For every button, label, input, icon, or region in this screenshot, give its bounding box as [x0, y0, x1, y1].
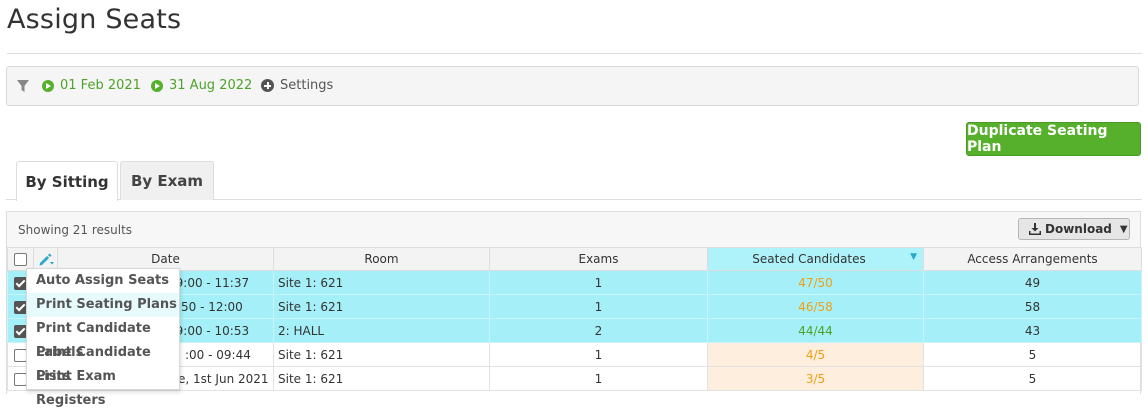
tab-by-exam[interactable]: By Exam	[120, 161, 214, 200]
title-divider	[7, 53, 1142, 54]
column-exams[interactable]: Exams	[489, 247, 708, 271]
row-access: 5	[923, 342, 1142, 367]
row-room: Site 1: 621	[273, 366, 490, 391]
menu-item-print-candidate-labels[interactable]: Print Candidate Labels	[27, 317, 179, 360]
row-room: Site 1: 621	[273, 270, 490, 295]
row-exams: 2	[489, 318, 708, 343]
column-access-arrangements[interactable]: Access Arrangements	[923, 247, 1142, 271]
results-count: Showing 21 results	[18, 223, 133, 237]
row-exams: 1	[489, 366, 708, 391]
start-date-filter[interactable]: 01 Feb 2021	[42, 78, 141, 93]
sort-desc-icon: ▼	[910, 252, 917, 262]
row-seated: 44/44	[707, 318, 924, 343]
download-button[interactable]: Download ▼	[1018, 218, 1130, 240]
end-date-value: 31 Aug 2022	[169, 78, 253, 93]
caret-down-icon: ▼	[1119, 223, 1128, 235]
tab-by-sitting[interactable]: By Sitting	[16, 161, 118, 201]
row-seated: 46/58	[707, 294, 924, 319]
row-access: 49	[923, 270, 1142, 295]
settings-label: Settings	[280, 78, 334, 93]
row-room: Site 1: 621	[273, 294, 490, 319]
menu-item-print-candidate-lists[interactable]: Print Candidate Lists	[27, 341, 179, 384]
column-room[interactable]: Room	[273, 247, 490, 271]
settings-button[interactable]: Settings	[261, 78, 333, 93]
menu-item-auto-assign-seats[interactable]: Auto Assign Seats	[27, 269, 179, 293]
plus-circle-icon	[261, 79, 274, 92]
row-exams: 1	[489, 294, 708, 319]
play-icon	[151, 79, 163, 92]
row-access: 58	[923, 294, 1142, 319]
row-room: Site 1: 621	[273, 342, 490, 367]
start-date-value: 01 Feb 2021	[60, 78, 141, 93]
menu-item-print-seating-plans[interactable]: Print Seating Plans	[27, 293, 179, 317]
pencil-icon[interactable]	[38, 252, 54, 266]
page-title: Assign Seats	[7, 4, 182, 35]
select-all-checkbox[interactable]	[14, 253, 27, 266]
filter-bar: 01 Feb 2021 31 Aug 2022 Settings	[6, 66, 1139, 106]
duplicate-seating-plan-button[interactable]: Duplicate Seating Plan	[966, 122, 1141, 156]
column-seated-candidates[interactable]: Seated Candidates ▼	[707, 247, 924, 271]
end-date-filter[interactable]: 31 Aug 2022	[151, 78, 252, 93]
row-seated: 47/50	[707, 270, 924, 295]
row-access: 5	[923, 366, 1142, 391]
row-seated: 3/5	[707, 366, 924, 391]
download-icon	[1029, 223, 1041, 235]
results-header: Showing 21 results Download ▼	[7, 212, 1140, 248]
download-label: Download	[1045, 222, 1112, 236]
row-room: 2: HALL	[273, 318, 490, 343]
row-exams: 1	[489, 342, 708, 367]
filter-icon[interactable]	[17, 80, 29, 93]
bulk-actions-menu: Auto Assign Seats Print Seating Plans Pr…	[26, 268, 180, 408]
menu-item-print-exam-registers[interactable]: Print Exam Registers	[27, 365, 179, 408]
row-exams: 1	[489, 270, 708, 295]
row-access: 43	[923, 318, 1142, 343]
play-icon	[42, 79, 54, 92]
seated-candidates-label: Seated Candidates	[752, 252, 866, 266]
row-seated: 4/5	[707, 342, 924, 367]
